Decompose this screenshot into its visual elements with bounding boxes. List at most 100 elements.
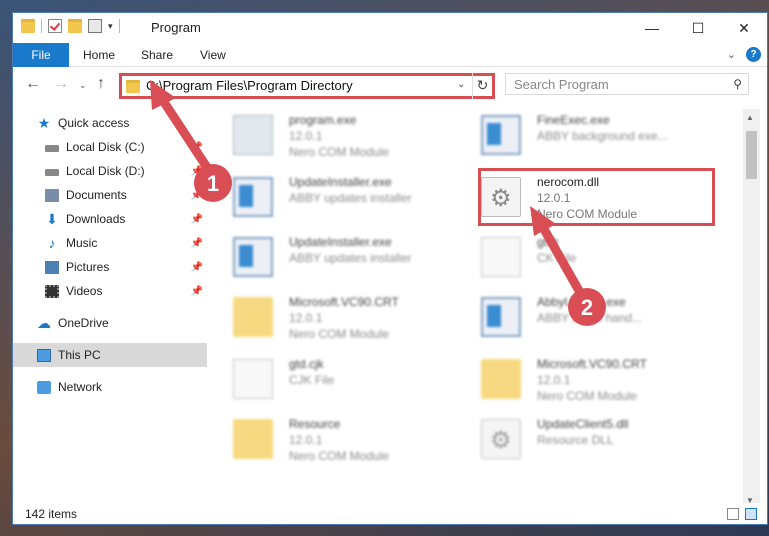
file-item[interactable]: Microsoft.VC90.CRT 12.0.1 Nero COM Modul… (213, 291, 443, 347)
new-folder-icon[interactable] (68, 19, 82, 33)
file-detail: Nero COM Module (289, 145, 390, 159)
toolbar-divider (41, 19, 42, 33)
tab-share[interactable]: Share (141, 43, 173, 67)
sidebar-item-videos[interactable]: Videos 📌 (13, 279, 207, 303)
sidebar-item-label: This PC (58, 348, 101, 362)
pin-icon: 📌 (190, 189, 203, 201)
sidebar-item-local-disk-c[interactable]: Local Disk (C:) 📌 (13, 135, 207, 159)
file-detail: Nero COM Module (537, 389, 638, 403)
window-controls: — ☐ ✕ (629, 13, 767, 43)
file-detail: CJK File (289, 373, 335, 387)
folder-icon (233, 297, 273, 337)
sidebar-item-label: Music (66, 236, 98, 250)
gear-file-icon (481, 419, 521, 459)
file-item[interactable]: gtsk CK File (461, 231, 691, 287)
sidebar-item-label: Quick access (58, 116, 130, 130)
file-name: UpdateInstaller.exe (289, 175, 392, 189)
file-item[interactable]: UpdateClient5.dll Resource DLL (461, 413, 691, 469)
pin-icon: 📌 (190, 141, 203, 153)
file-detail: 12.0.1 (289, 311, 323, 325)
disk-icon (45, 145, 59, 152)
sidebar-item-downloads[interactable]: ⬇ Downloads 📌 (13, 207, 207, 231)
file-name: gtsk (537, 235, 560, 249)
file-item[interactable]: program.exe 12.0.1 Nero COM Module (213, 109, 443, 165)
file-name: gtd.cjk (289, 357, 324, 371)
sidebar-item-quick-access[interactable]: ★ Quick access (13, 111, 207, 135)
customize-toolbar-dropdown-icon[interactable]: ▾ (108, 21, 113, 32)
sidebar-item-label: Videos (66, 284, 103, 298)
sidebar-item-network[interactable]: Network (13, 375, 207, 399)
pin-icon: 📌 (190, 261, 203, 273)
file-name: UpdateClient5.dll (537, 417, 629, 431)
download-icon: ⬇ (46, 210, 58, 227)
file-item[interactable]: Resource 12.0.1 Nero COM Module (213, 413, 443, 469)
sidebar-item-label: Local Disk (C:) (66, 140, 145, 154)
sidebar-item-local-disk-d[interactable]: Local Disk (D:) 📌 (13, 159, 207, 183)
sidebar-item-documents[interactable]: Documents 📌 (13, 183, 207, 207)
documents-icon (45, 188, 59, 202)
pictures-icon (45, 260, 59, 274)
videos-icon (45, 284, 59, 298)
tab-home[interactable]: Home (83, 43, 115, 67)
scroll-thumb[interactable] (746, 131, 757, 179)
search-box[interactable]: Search Program ⚲ (505, 73, 749, 95)
file-item[interactable]: Microsoft.VC90.CRT 12.0.1 Nero COM Modul… (461, 353, 691, 409)
address-dropdown-icon[interactable]: ⌄ (457, 79, 465, 90)
ribbon-tabs: File Home Share View ⌄ ? (13, 43, 767, 67)
tab-file[interactable]: File (13, 43, 69, 67)
pin-icon: 📌 (190, 165, 203, 177)
scroll-up-icon[interactable]: ▲ (746, 113, 754, 122)
address-path[interactable]: C:\Program Files\Program Directory (146, 78, 353, 93)
sidebar-item-this-pc[interactable]: This PC (13, 343, 207, 367)
file-item[interactable]: UpdateInstaller.exe ABBY updates install… (213, 171, 443, 227)
file-explorer-window: ▾ Program — ☐ ✕ File Home Share View ⌄ ?… (12, 12, 768, 525)
toolbar-divider (118, 19, 120, 33)
large-icons-view-icon[interactable] (745, 508, 757, 520)
view-options-icon[interactable] (88, 19, 102, 33)
file-detail: 12.0.1 (289, 433, 323, 447)
up-button[interactable]: ↑ (97, 75, 105, 93)
window-icon (233, 237, 273, 277)
folder-icon (233, 419, 273, 459)
help-icon[interactable]: ? (746, 47, 761, 62)
vertical-scrollbar[interactable]: ▲ ▼ (743, 109, 760, 509)
properties-check-icon[interactable] (48, 19, 62, 33)
forward-button[interactable]: → (53, 75, 69, 93)
details-view-icon[interactable] (727, 508, 739, 520)
sidebar-item-label: OneDrive (58, 316, 109, 330)
star-icon: ★ (37, 114, 51, 131)
disk-icon (45, 169, 59, 176)
file-item[interactable]: AbbyUpdate.exe ABBY agent hand... (461, 291, 691, 347)
file-detail: Nero COM Module (289, 327, 390, 341)
file-detail: 12.0.1 (289, 129, 323, 143)
highlight-box (478, 168, 715, 226)
sidebar-item-music[interactable]: ♪ Music 📌 (13, 231, 207, 255)
exe-icon (233, 115, 273, 155)
file-item[interactable]: gtd.cjk CJK File (213, 353, 443, 409)
pin-icon: 📌 (190, 237, 203, 249)
close-button[interactable]: ✕ (721, 13, 767, 43)
back-button[interactable]: ← (25, 75, 41, 93)
window-icon (233, 177, 273, 217)
sidebar-item-label: Downloads (66, 212, 126, 226)
sidebar-item-pictures[interactable]: Pictures 📌 (13, 255, 207, 279)
folder-icon (126, 80, 140, 93)
expand-ribbon-icon[interactable]: ⌄ (727, 48, 736, 61)
minimize-button[interactable]: — (629, 13, 675, 43)
navigation-pane: ★ Quick access Local Disk (C:) 📌 Local D… (13, 109, 207, 499)
folder-icon (21, 19, 35, 33)
sidebar-item-onedrive[interactable]: ☁ OneDrive (13, 311, 207, 335)
sidebar-item-label: Network (58, 380, 103, 394)
file-name: FineExec.exe (537, 113, 610, 127)
window-icon (481, 297, 521, 337)
recent-locations-dropdown[interactable]: ⌄ (79, 80, 87, 91)
address-bar[interactable]: C:\Program Files\Program Directory ⌄ ↻ (119, 73, 495, 99)
tab-view[interactable]: View (200, 43, 226, 67)
file-item[interactable]: UpdateInstaller.exe ABBY updates install… (213, 231, 443, 287)
maximize-button[interactable]: ☐ (675, 13, 721, 43)
file-item[interactable]: FineExec.exe ABBY background exe... (461, 109, 691, 165)
file-name: AbbyUpdate.exe (537, 295, 626, 309)
refresh-button[interactable]: ↻ (472, 73, 492, 99)
window-icon (481, 115, 521, 155)
file-detail: ABBY agent hand... (537, 311, 643, 325)
